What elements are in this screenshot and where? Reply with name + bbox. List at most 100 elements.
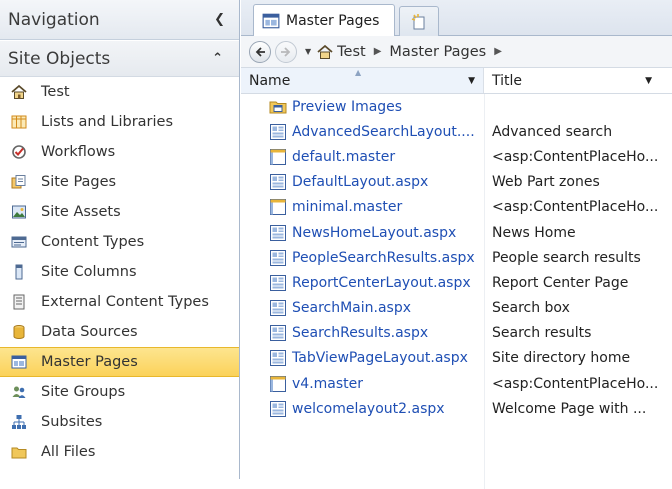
nav-item-workflows[interactable]: Workflows	[0, 137, 239, 167]
file-name-link[interactable]: v4.master	[292, 376, 363, 392]
site-groups-icon	[10, 383, 28, 401]
file-name-cell[interactable]: default.master	[241, 148, 484, 166]
file-name-link[interactable]: DefaultLayout.aspx	[292, 174, 428, 190]
nav-item-label: Site Assets	[41, 204, 121, 220]
tab-bar: Master Pages	[241, 0, 672, 36]
folder-icon	[10, 443, 28, 461]
filter-dropdown-icon[interactable]: ▼	[645, 76, 652, 86]
file-name-cell[interactable]: Preview Images	[241, 98, 484, 116]
nav-item-label: Subsites	[41, 414, 103, 430]
table-row[interactable]: TabViewPageLayout.aspx Site directory hom…	[241, 346, 672, 371]
file-title-cell: Search results	[492, 325, 592, 342]
site-objects-list: Test Lists and Libraries Workflows Site …	[0, 77, 239, 467]
nav-item-site-assets[interactable]: Site Assets	[0, 197, 239, 227]
nav-item-site-groups[interactable]: Site Groups	[0, 377, 239, 407]
file-name-link[interactable]: minimal.master	[292, 199, 402, 215]
table-row[interactable]: AdvancedSearchLayout.... Advanced search	[241, 119, 672, 144]
sort-ascending-icon: ▲	[355, 68, 362, 77]
nav-item-label: Site Columns	[41, 264, 137, 280]
folder-icon	[269, 101, 287, 114]
file-name-link[interactable]: welcomelayout2.aspx	[292, 401, 445, 417]
file-name-cell[interactable]: v4.master	[241, 375, 484, 393]
file-name-link[interactable]: Preview Images	[292, 99, 402, 115]
table-row[interactable]: ReportCenterLayout.aspx Report Center Pag…	[241, 270, 672, 295]
subsites-icon	[10, 413, 28, 431]
table-row[interactable]: PeopleSearchResults.aspx People search re…	[241, 245, 672, 270]
master-page-icon	[270, 148, 286, 165]
table-row[interactable]: v4.master <asp:ContentPlaceHo...	[241, 371, 672, 396]
file-name-link[interactable]: NewsHomeLayout.aspx	[292, 225, 456, 241]
breadcrumb-item-master-pages[interactable]: Master Pages	[389, 44, 486, 60]
nav-item-subsites[interactable]: Subsites	[0, 407, 239, 437]
file-list: Preview Images AdvancedSearchLayout.... Ad…	[241, 94, 672, 489]
navigation-pane: Navigation ❮ Site Objects ⌃ Test Lists a…	[0, 0, 240, 479]
file-title-cell: <asp:ContentPlaceHo...	[492, 199, 659, 216]
table-row[interactable]: default.master <asp:ContentPlaceHo...	[241, 144, 672, 169]
file-name-cell[interactable]: SearchResults.aspx	[241, 324, 484, 342]
file-title-cell: Web Part zones	[492, 174, 600, 191]
nav-item-label: External Content Types	[41, 294, 209, 310]
file-name-cell[interactable]: minimal.master	[241, 198, 484, 216]
file-title-cell: News Home	[492, 224, 576, 241]
nav-item-external-content-types[interactable]: External Content Types	[0, 287, 239, 317]
folder-row[interactable]: Preview Images	[241, 94, 672, 119]
file-name-cell[interactable]: NewsHomeLayout.aspx	[241, 224, 484, 242]
file-name-link[interactable]: AdvancedSearchLayout....	[292, 124, 475, 140]
nav-item-label: Content Types	[41, 234, 145, 250]
file-name-cell[interactable]: PeopleSearchResults.aspx	[241, 249, 484, 267]
table-row[interactable]: SearchMain.aspx Search box	[241, 296, 672, 321]
column-header-label: Name	[249, 72, 291, 89]
column-header-title[interactable]: Title ▼	[484, 68, 660, 93]
site-objects-header[interactable]: Site Objects ⌃	[0, 41, 239, 77]
breadcrumb: ▼ Test ▶ Master Pages ▶	[241, 36, 672, 68]
nav-item-site-pages[interactable]: Site Pages	[0, 167, 239, 197]
page-layout-icon	[270, 274, 286, 291]
breadcrumb-separator-icon[interactable]: ▶	[494, 46, 502, 57]
back-button[interactable]	[249, 40, 271, 63]
file-name-cell[interactable]: DefaultLayout.aspx	[241, 173, 484, 191]
breadcrumb-separator-icon[interactable]: ▶	[374, 46, 382, 57]
page-layout-icon	[270, 123, 286, 140]
home-icon	[10, 83, 28, 101]
new-tab-button[interactable]	[399, 6, 439, 36]
file-name-link[interactable]: SearchResults.aspx	[292, 325, 428, 341]
file-name-link[interactable]: TabViewPageLayout.aspx	[292, 350, 468, 366]
nav-item-all-files[interactable]: All Files	[0, 437, 239, 467]
file-title-cell: Site directory home	[492, 350, 631, 367]
table-row[interactable]: SearchResults.aspx Search results	[241, 321, 672, 346]
nav-item-test[interactable]: Test	[0, 77, 239, 107]
collapse-navigation-icon[interactable]: ❮	[214, 12, 225, 27]
file-name-cell[interactable]: ReportCenterLayout.aspx	[241, 274, 484, 292]
file-name-link[interactable]: SearchMain.aspx	[292, 300, 411, 316]
forward-button[interactable]	[275, 40, 297, 63]
external-content-types-icon	[10, 293, 28, 311]
table-row[interactable]: welcomelayout2.aspx Welcome Page with ...	[241, 396, 672, 421]
nav-item-label: Site Pages	[41, 174, 117, 190]
filter-dropdown-icon[interactable]: ▼	[468, 76, 475, 86]
table-row[interactable]: minimal.master <asp:ContentPlaceHo...	[241, 195, 672, 220]
main-pane: Master Pages ▼ Test ▶ Master Pages ▶ ▲ N…	[241, 0, 672, 489]
table-row[interactable]: DefaultLayout.aspx Web Part zones	[241, 170, 672, 195]
file-name-cell[interactable]: SearchMain.aspx	[241, 299, 484, 317]
file-name-cell[interactable]: TabViewPageLayout.aspx	[241, 349, 484, 367]
file-name-cell[interactable]: AdvancedSearchLayout....	[241, 123, 484, 141]
file-name-link[interactable]: ReportCenterLayout.aspx	[292, 275, 471, 291]
list-icon	[10, 113, 28, 131]
tab-master-pages[interactable]: Master Pages	[253, 4, 395, 36]
file-name-link[interactable]: default.master	[292, 149, 395, 165]
table-row[interactable]: NewsHomeLayout.aspx News Home	[241, 220, 672, 245]
file-name-link[interactable]: PeopleSearchResults.aspx	[292, 250, 475, 266]
nav-item-master-pages[interactable]: Master Pages	[0, 347, 239, 377]
page-layout-icon	[270, 350, 286, 367]
nav-item-content-types[interactable]: Content Types	[0, 227, 239, 257]
nav-item-data-sources[interactable]: Data Sources	[0, 317, 239, 347]
nav-item-lists-and-libraries[interactable]: Lists and Libraries	[0, 107, 239, 137]
chevron-up-icon[interactable]: ⌃	[212, 51, 223, 66]
nav-item-label: Workflows	[41, 144, 116, 160]
file-name-cell[interactable]: welcomelayout2.aspx	[241, 400, 484, 418]
nav-item-site-columns[interactable]: Site Columns	[0, 257, 239, 287]
history-dropdown-icon[interactable]: ▼	[305, 47, 311, 56]
master-page-icon	[270, 199, 286, 216]
breadcrumb-item-test[interactable]: Test	[337, 44, 366, 60]
column-header-name[interactable]: Name ▼	[241, 68, 484, 93]
